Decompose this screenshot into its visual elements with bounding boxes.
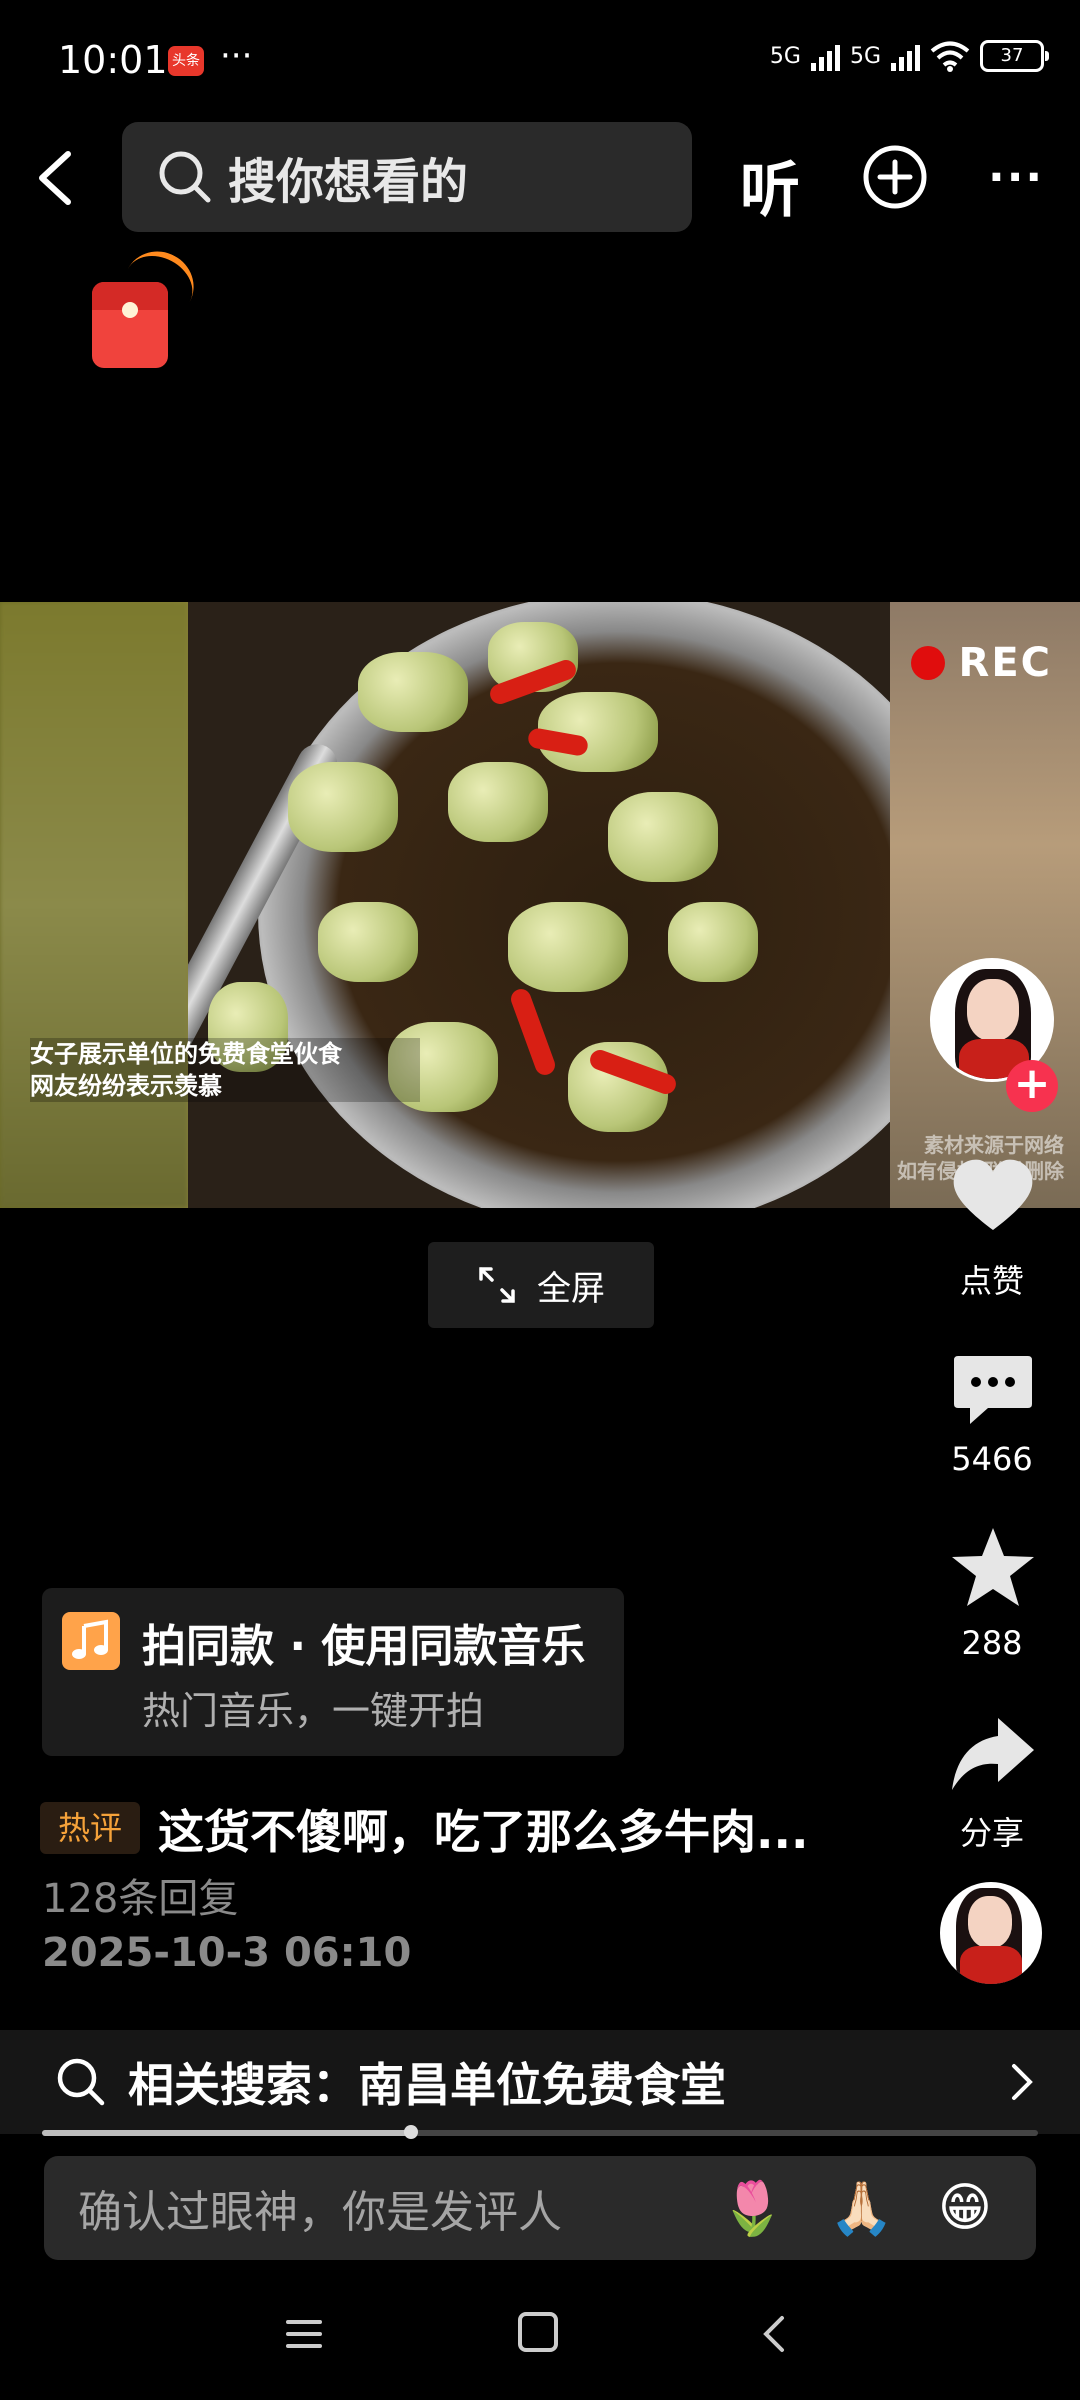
- status-time: 10:01: [58, 38, 168, 82]
- progress-fill: [42, 2130, 411, 2136]
- home-square-icon[interactable]: [518, 2312, 558, 2352]
- search-placeholder: 搜你想看的: [228, 154, 469, 210]
- search-box[interactable]: 搜你想看的: [122, 122, 692, 232]
- share-arrow-icon[interactable]: [948, 1710, 1038, 1800]
- music-note-icon: [62, 1612, 120, 1670]
- chevron-right-icon: [1012, 2064, 1033, 2100]
- caption-line-2: 网友纷纷表示羡慕: [30, 1072, 222, 1100]
- music-subtitle: 热门音乐，一键开拍: [142, 1689, 485, 1733]
- battery-indicator: 37: [980, 40, 1049, 72]
- signal-icon-1: [810, 41, 840, 71]
- menu-icon[interactable]: [284, 2314, 324, 2354]
- comment-input-bar[interactable]: 确认过眼神，你是发评人 🌷 🙏🏻 😁: [44, 2156, 1036, 2260]
- star-icon[interactable]: [948, 1524, 1038, 1614]
- search-icon: [57, 2058, 105, 2106]
- comment-icon[interactable]: [948, 1346, 1038, 1436]
- music-disc-avatar[interactable]: [940, 1882, 1042, 1984]
- network-type-2: 5G: [849, 43, 881, 69]
- hot-comment-badge: 热评: [40, 1802, 140, 1854]
- related-search-text: 相关搜索：南昌单位免费食堂: [128, 2058, 726, 2112]
- add-circle-icon[interactable]: [862, 144, 928, 210]
- wifi-icon: [930, 41, 970, 72]
- rec-indicator: REC: [910, 640, 1052, 686]
- network-type-1: 5G: [769, 43, 801, 69]
- tulip-emoji-button[interactable]: 🌷: [720, 2178, 785, 2239]
- red-envelope-icon[interactable]: [92, 282, 168, 368]
- heart-icon[interactable]: [948, 1152, 1038, 1242]
- search-icon: [159, 151, 211, 203]
- video-blur-left: [0, 602, 188, 1208]
- favorite-count: 288: [961, 1624, 1023, 1662]
- rec-dot-icon: [910, 646, 945, 680]
- more-options-button[interactable]: ···: [988, 152, 1044, 203]
- follow-button[interactable]: +: [1006, 1060, 1058, 1112]
- video-progress-bar[interactable]: [42, 2125, 1038, 2139]
- rec-label: REC: [958, 640, 1052, 686]
- music-card[interactable]: 拍同款 · 使用同款音乐 热门音乐，一键开拍: [42, 1588, 624, 1756]
- pray-emoji-button[interactable]: 🙏🏻: [829, 2178, 894, 2239]
- fullscreen-icon: [479, 1267, 515, 1303]
- video-player[interactable]: REC 女子展示单位的免费食堂伙食 网友纷纷表示羡慕 素材来源于网络 如有侵权 …: [0, 602, 1080, 1208]
- reply-count[interactable]: 128条回复: [42, 1866, 238, 1924]
- video-caption: 女子展示单位的免费食堂伙食 网友纷纷表示羡慕: [30, 1038, 420, 1102]
- notification-more-icon: ···: [220, 36, 253, 76]
- comment-input-placeholder[interactable]: 确认过眼神，你是发评人: [78, 2176, 720, 2240]
- toutiao-app-icon: 头条: [168, 46, 204, 76]
- video-frame: [188, 602, 890, 1208]
- fullscreen-label: 全屏: [537, 1268, 605, 1309]
- status-right-group: 5G 5G 37: [769, 40, 1049, 72]
- caption-line-1: 女子展示单位的免费食堂伙食: [30, 1040, 342, 1068]
- progress-knob[interactable]: [403, 2125, 418, 2139]
- video-blur-right: [890, 602, 1080, 1208]
- post-datetime: 2025-10-3 06:10: [42, 1930, 412, 1976]
- related-search-bar[interactable]: 相关搜索：南昌单位免费食堂: [0, 2030, 1080, 2134]
- share-label: 分享: [959, 1814, 1024, 1852]
- like-label: 点赞: [959, 1262, 1024, 1300]
- hot-comment-text[interactable]: 这货不傻啊，吃了那么多牛肉...: [158, 1796, 808, 1862]
- nav-back-icon[interactable]: [758, 2312, 788, 2356]
- signal-icon-2: [891, 41, 920, 71]
- comment-count: 5466: [951, 1440, 1033, 1478]
- listen-button[interactable]: 听: [740, 142, 800, 229]
- fullscreen-button[interactable]: 全屏: [428, 1242, 654, 1328]
- grin-emoji-button[interactable]: 😁: [938, 2178, 992, 2238]
- music-title: 拍同款 · 使用同款音乐: [142, 1621, 586, 1672]
- back-arrow-icon[interactable]: [28, 148, 88, 208]
